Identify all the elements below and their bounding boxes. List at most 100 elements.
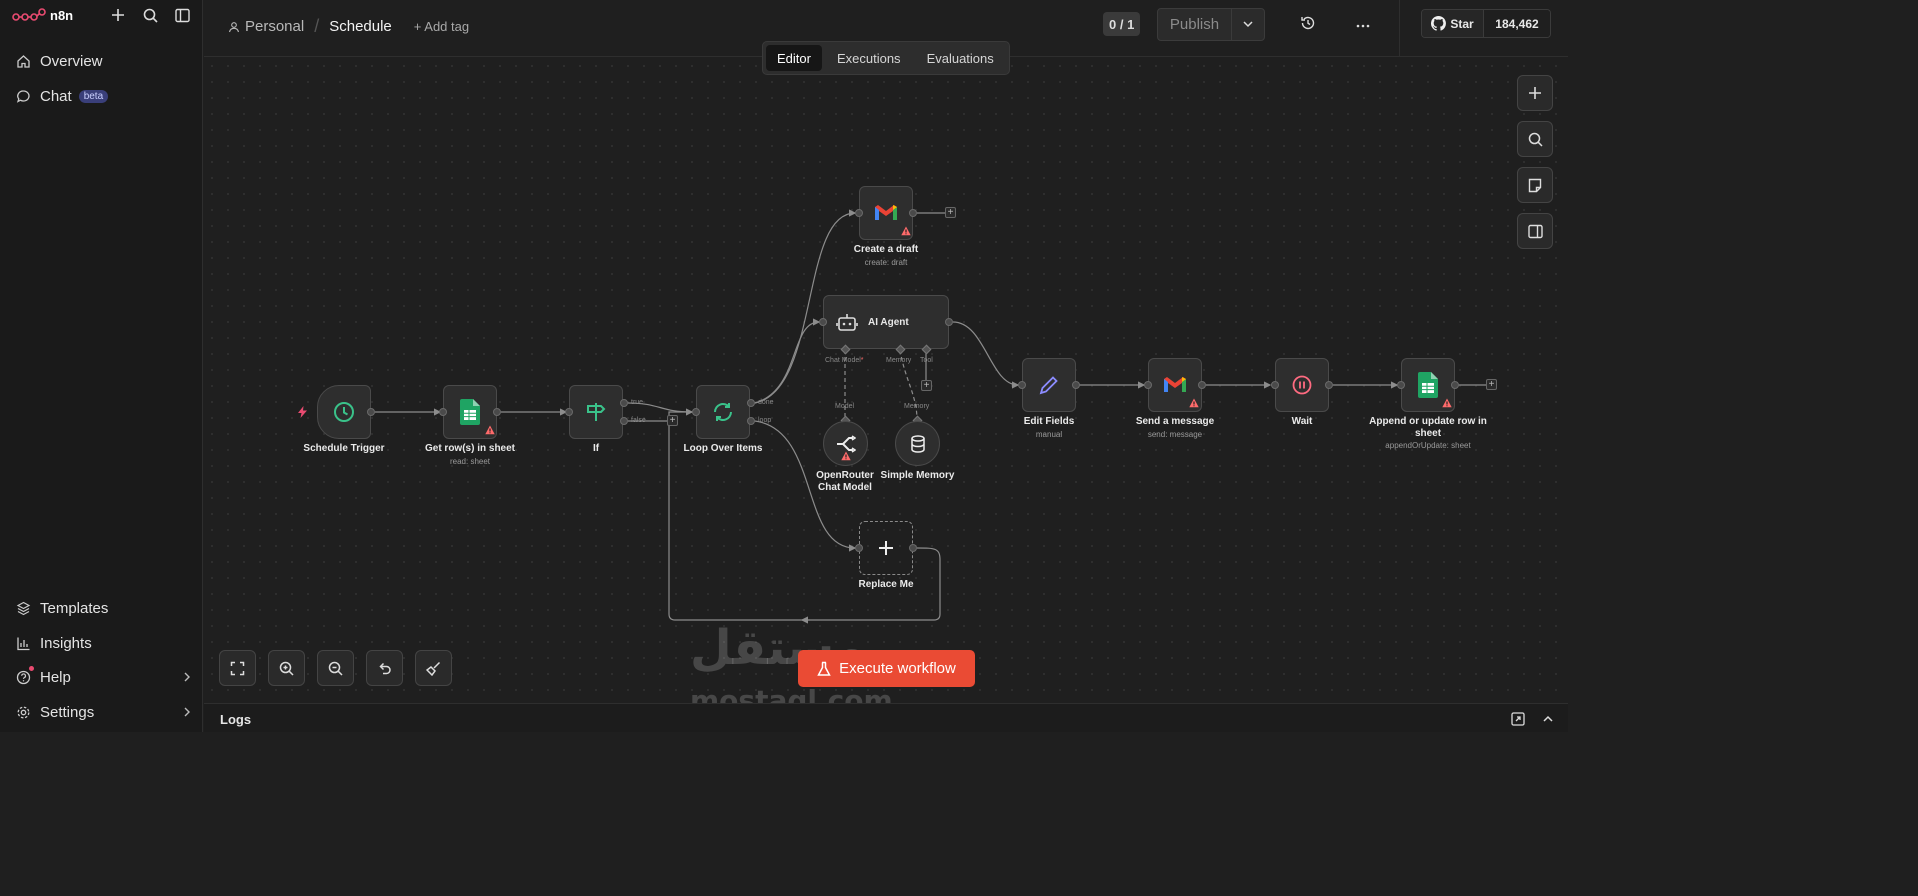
node-replace-me[interactable] [859, 521, 913, 575]
popout-icon[interactable] [1511, 712, 1525, 726]
input-port[interactable] [692, 408, 700, 416]
search-nodes-button[interactable] [1517, 121, 1553, 157]
github-star: Star [1422, 10, 1484, 37]
execute-workflow-button[interactable]: Execute workflow [798, 650, 975, 687]
port-label-false: false [631, 417, 646, 424]
warning-icon[interactable] [1189, 398, 1199, 408]
logs-panel[interactable]: Logs [204, 703, 1568, 732]
node-subtitle: appendOrUpdate: sheet [1385, 441, 1471, 450]
sticky-note-button[interactable] [1517, 167, 1553, 203]
add-node-panel-button[interactable] [1517, 75, 1553, 111]
port-label-chat-model: Chat Model* [825, 357, 864, 364]
undo-icon [379, 662, 391, 674]
clock-icon [334, 402, 354, 422]
google-sheets-icon [1418, 372, 1438, 398]
output-port-false[interactable] [620, 417, 628, 425]
input-port[interactable] [819, 318, 827, 326]
node-schedule-trigger[interactable] [317, 385, 371, 439]
pencil-icon [1039, 376, 1058, 395]
output-port-loop[interactable] [747, 417, 755, 425]
tab-editor[interactable]: Editor [766, 45, 822, 71]
output-port[interactable] [1451, 381, 1459, 389]
warning-icon[interactable] [485, 425, 495, 435]
node-ai-agent[interactable]: AI Agent [823, 295, 949, 349]
output-port-true[interactable] [620, 399, 628, 407]
input-port[interactable] [1397, 381, 1405, 389]
node-loop-over-items[interactable] [696, 385, 750, 439]
node-wait[interactable] [1275, 358, 1329, 412]
database-icon [910, 434, 925, 453]
input-port[interactable] [1018, 381, 1026, 389]
github-star-count: 184,462 [1484, 10, 1550, 37]
broom-icon [426, 661, 441, 676]
github-star-button[interactable]: Star 184,462 [1421, 9, 1551, 38]
zoom-out-button[interactable] [317, 650, 354, 686]
undo-button[interactable] [366, 650, 403, 686]
sidebar-item-overview[interactable]: Overview [14, 49, 194, 73]
output-port[interactable] [909, 544, 917, 552]
output-port-done[interactable] [747, 399, 755, 407]
node-if[interactable] [569, 385, 623, 439]
sidebar-item-settings[interactable]: Settings [14, 700, 194, 724]
output-port[interactable] [367, 408, 375, 416]
publish-button-group: Publish [1157, 8, 1265, 41]
output-port[interactable] [909, 209, 917, 217]
n8n-logo-icon [12, 8, 46, 21]
add-node-button[interactable]: + [945, 207, 956, 218]
input-port[interactable] [855, 544, 863, 552]
add-tag-button[interactable]: + Add tag [414, 19, 469, 34]
toggle-panel-button[interactable] [1517, 213, 1553, 249]
add-icon[interactable] [108, 5, 128, 25]
sidebar-item-insights[interactable]: Insights [14, 631, 194, 655]
refresh-icon [714, 403, 732, 421]
warning-icon[interactable] [841, 451, 851, 461]
tab-executions[interactable]: Executions [826, 45, 912, 71]
gmail-icon [1164, 377, 1186, 392]
node-label: Send a message [1135, 416, 1215, 427]
output-port[interactable] [1072, 381, 1080, 389]
output-port[interactable] [493, 408, 501, 416]
openrouter-icon [836, 434, 856, 453]
fit-view-button[interactable] [219, 650, 256, 686]
canvas-zoom-tools [219, 650, 452, 686]
input-port[interactable] [855, 209, 863, 217]
add-node-button[interactable]: + [1486, 379, 1497, 390]
history-icon[interactable] [1300, 15, 1318, 33]
gmail-icon [875, 205, 897, 220]
input-port[interactable] [439, 408, 447, 416]
header-divider [1399, 0, 1400, 57]
workflow-canvas[interactable] [204, 58, 1568, 703]
home-icon [14, 52, 32, 70]
sidebar-item-chat[interactable]: Chat beta [14, 84, 194, 108]
add-tool-button[interactable]: + [921, 380, 932, 391]
workflow-name[interactable]: Schedule [329, 18, 392, 35]
warning-icon[interactable] [901, 226, 911, 236]
publish-dropdown[interactable] [1232, 9, 1264, 40]
search-icon[interactable] [140, 5, 160, 25]
output-port[interactable] [1198, 381, 1206, 389]
node-label: Edit Fields [1023, 416, 1075, 427]
sidebar-toggle-icon[interactable] [172, 5, 192, 25]
warning-icon[interactable] [1442, 398, 1452, 408]
project-name[interactable]: Personal [245, 18, 304, 35]
input-port[interactable] [1144, 381, 1152, 389]
tidy-up-button[interactable] [415, 650, 452, 686]
add-node-button[interactable]: + [667, 415, 678, 426]
node-edit-fields[interactable] [1022, 358, 1076, 412]
chevron-up-icon[interactable] [1541, 712, 1555, 726]
output-port[interactable] [945, 318, 953, 326]
output-port[interactable] [1325, 381, 1333, 389]
publish-button[interactable]: Publish [1158, 9, 1232, 40]
sidebar-item-templates[interactable]: Templates [14, 596, 194, 620]
sidebar-item-label: Settings [40, 703, 95, 721]
canvas-side-tools [1517, 75, 1553, 249]
tab-evaluations[interactable]: Evaluations [916, 45, 1005, 71]
plus-icon [879, 541, 893, 555]
node-simple-memory[interactable] [895, 421, 940, 466]
input-port[interactable] [565, 408, 573, 416]
input-port[interactable] [1271, 381, 1279, 389]
port-label-tool: Tool [920, 357, 933, 364]
sidebar-item-help[interactable]: Help [14, 665, 194, 689]
more-options-icon[interactable] [1354, 15, 1372, 33]
zoom-in-button[interactable] [268, 650, 305, 686]
